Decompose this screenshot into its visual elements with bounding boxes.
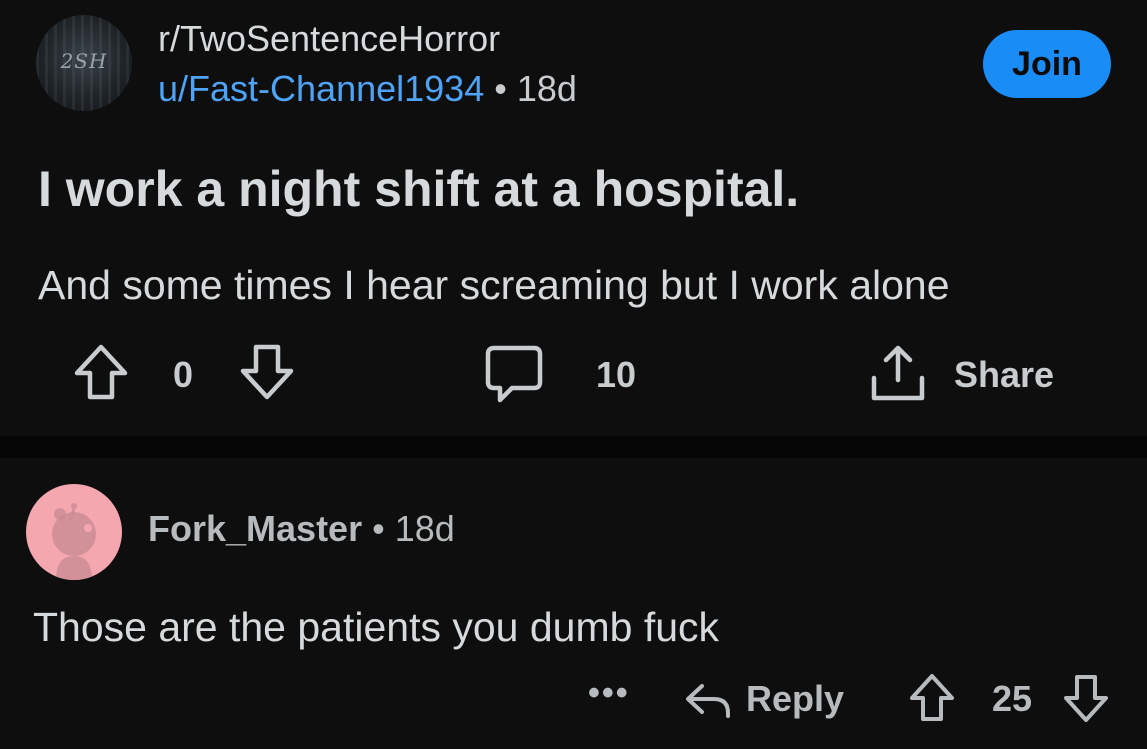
- commenter-name[interactable]: Fork_Master: [148, 508, 362, 549]
- section-divider: [0, 436, 1147, 458]
- reply-button[interactable]: Reply: [746, 678, 844, 720]
- post-body[interactable]: And some times I hear screaming but I wo…: [38, 262, 950, 309]
- meta-separator: •: [372, 508, 385, 549]
- post-age: 18d: [516, 68, 577, 109]
- post-title[interactable]: I work a night shift at a hospital.: [38, 160, 799, 218]
- comment-card: Fork_Master • 18d Those are the patients…: [0, 458, 1147, 749]
- comment-icon[interactable]: [484, 344, 544, 404]
- post-card: 2SH r/TwoSentenceHorror u/Fast-Channel19…: [0, 0, 1147, 436]
- post-author-link[interactable]: u/Fast-Channel1934: [158, 68, 484, 109]
- comment-vote-count: 25: [992, 678, 1033, 719]
- comment-body[interactable]: Those are the patients you dumb fuck: [33, 604, 719, 651]
- share-icon[interactable]: [868, 342, 928, 402]
- comment-meta: Fork_Master • 18d: [148, 508, 455, 550]
- subreddit-name[interactable]: r/TwoSentenceHorror: [158, 18, 500, 60]
- snoo-avatar-icon: [52, 503, 96, 580]
- post-meta: u/Fast-Channel1934 • 18d: [158, 68, 577, 110]
- subreddit-avatar[interactable]: 2SH: [36, 15, 132, 111]
- upvote-icon[interactable]: [908, 672, 956, 724]
- upvote-icon[interactable]: [72, 342, 130, 402]
- downvote-icon[interactable]: [1062, 672, 1110, 724]
- post-vote-count: 0: [173, 354, 194, 395]
- share-button[interactable]: Share: [954, 354, 1054, 396]
- commenter-avatar[interactable]: [26, 484, 122, 580]
- comment-count[interactable]: 10: [596, 354, 636, 396]
- comment-age: 18d: [394, 508, 455, 549]
- reply-icon[interactable]: [684, 680, 734, 720]
- more-icon[interactable]: •••: [588, 674, 630, 713]
- join-button[interactable]: Join: [983, 30, 1111, 98]
- meta-separator: •: [494, 68, 507, 109]
- subreddit-logo-text: 2SH: [60, 49, 108, 73]
- downvote-icon[interactable]: [238, 342, 296, 402]
